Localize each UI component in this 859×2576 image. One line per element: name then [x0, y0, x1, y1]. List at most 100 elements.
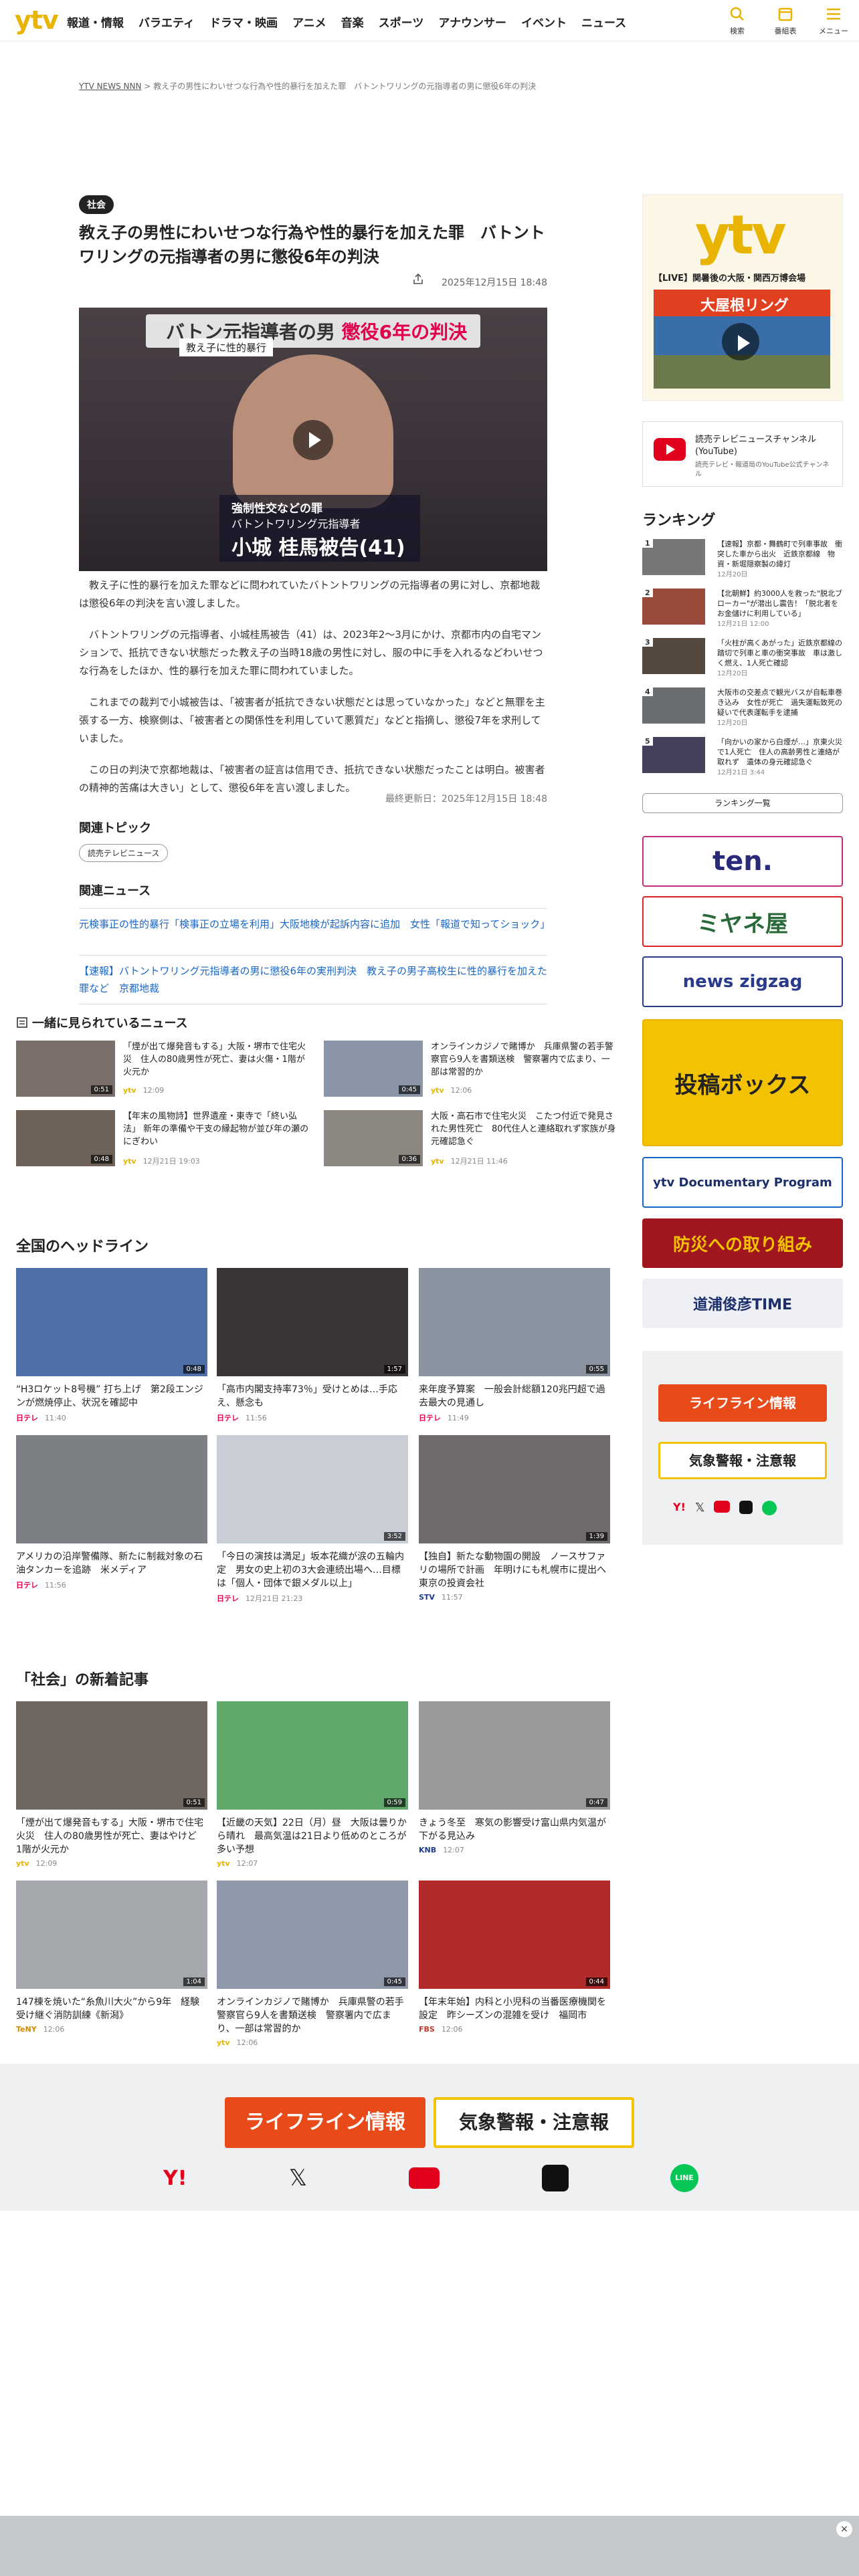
nav-item[interactable]: 音楽: [341, 13, 364, 30]
social-heading: 「社会」の新着記事: [16, 1672, 149, 1689]
topic-tag[interactable]: 読売テレビニュース: [79, 844, 169, 862]
yahoo-icon[interactable]: Y!: [163, 2167, 187, 2190]
popular-item[interactable]: 0:48 【年末の風物詩】世界遺産・東寺で「終い弘法」 新年の準備や干支の縁起物…: [16, 1110, 310, 1166]
breadcrumb-home[interactable]: YTV NEWS NNN: [79, 82, 141, 91]
thumbnail: 0:47: [419, 1701, 610, 1810]
headline-card[interactable]: アメリカの沿岸警備隊、新たに制裁対象の石油タンカーを追跡 米メディア 日テレ 11…: [16, 1435, 207, 1590]
search-button[interactable]: 検索: [721, 4, 753, 36]
ranking-item[interactable]: 3 「火柱が高くあがった」近鉄京都線の踏切で列車と車の衝突事故 車は激しく燃え、1…: [642, 638, 843, 679]
close-icon[interactable]: ×: [836, 2521, 852, 2537]
banner-miyaneya[interactable]: ミヤネ屋: [642, 896, 843, 947]
line-icon[interactable]: [762, 1501, 777, 1515]
nav-item[interactable]: ドラマ・映画: [209, 13, 278, 30]
banner-ten[interactable]: ten.: [642, 836, 843, 887]
thumbnail: 1:04: [16, 1881, 207, 1989]
tiktok-icon[interactable]: [541, 2165, 569, 2191]
related-news-link[interactable]: 【速報】バトントワリング元指導者の男に懲役6年の実刑判決 教え子の男子高校生に性…: [79, 955, 547, 1004]
site-logo[interactable]: ytv: [15, 5, 59, 35]
nav-item[interactable]: ニュース: [581, 13, 626, 30]
youtube-icon[interactable]: [409, 2167, 440, 2189]
social-card[interactable]: 1:04 147棟を焼いた“糸魚川大火”から9年 経験受け継ぐ消防訓練《新潟》 …: [16, 1881, 207, 2034]
social-card[interactable]: 0:47 きょう冬至 寒気の影響受け富山県内気温が下がる見込み KNB 12:07: [419, 1701, 610, 1854]
nav-item[interactable]: イベント: [521, 13, 567, 30]
article-paragraph: 教え子に性的暴行を加えた罪などに問われていたバトントワリングの元指導者の男に対し…: [79, 579, 541, 609]
article-video[interactable]: バトン元指導者の男 懲役6年の判決 教え子に性的暴行 強制性交などの罪 バトント…: [79, 308, 547, 571]
thumbnail: 0:51: [16, 1701, 207, 1810]
footer-social-links: Y! 𝕏 LINE: [163, 2164, 698, 2192]
play-button[interactable]: [722, 323, 759, 360]
article-date: 2025年12月15日 18:48: [441, 278, 547, 288]
national-headlines-heading: 全国のヘッドライン: [16, 1239, 149, 1255]
popular-item-title: 「煙が出て爆発音もする」大阪・堺市で住宅火災 住人の80歳男性が死亡、妻は火傷・…: [123, 1042, 306, 1077]
banner-zigzag[interactable]: news zigzag: [642, 956, 843, 1007]
headline-title: “H3ロケット8号機” 打ち上げ 第2段エンジンが燃焼停止、状況を確認中: [16, 1384, 203, 1408]
social-card[interactable]: 0:59 【近畿の天気】22日（月）昼 大阪は曇りから晴れ 最高気温は21日より…: [217, 1701, 408, 1868]
headline-card[interactable]: 0:55 来年度予算案 一般会計総額120兆円超で過去最大の見通し 日テレ 11:…: [419, 1268, 610, 1423]
ranking-list-button[interactable]: ランキング一覧: [642, 793, 843, 813]
menu-button[interactable]: メニュー: [818, 4, 850, 36]
ranking-item[interactable]: 1 【速報】京都・舞鶴町で列車事故 衝突した車から出火 近鉄京都線 物資・新堀隠察…: [642, 539, 843, 580]
related-news-link[interactable]: 元検事正の性的暴行「検事正の立場を利用」大阪地検が起訴内容に追加 女性「報道で知…: [79, 908, 550, 940]
thumbnail: 0:45: [324, 1041, 423, 1097]
banner-documentary[interactable]: ytv Documentary Program: [642, 1157, 843, 1208]
popular-item[interactable]: 0:45 オンラインカジノで賭博か 兵庫県警の若手警察官ら9人を書類送検 警察署…: [324, 1041, 618, 1097]
thumbnail: 0:48: [16, 1110, 115, 1166]
global-nav: 報道・情報 バラエティ ドラマ・映画 アニメ 音楽 スポーツ アナウンサー イベ…: [67, 13, 641, 30]
headline-title: 来年度予算案 一般会計総額120兆円超で過去最大の見通し: [419, 1384, 605, 1408]
breadcrumb: YTV NEWS NNN > 教え子の男性にわいせつな行為や性的暴行を加えた罪 …: [79, 80, 536, 92]
video-caption: 強制性交などの罪 バトントワリング元指導者 小城 桂馬被告(41): [219, 495, 420, 562]
social-card[interactable]: 0:44 【年末年始】内科と小児科の当番医療機関を設定 昨シーズンの混雑を受け …: [419, 1881, 610, 2034]
breadcrumb-current: 教え子の男性にわいせつな行為や性的暴行を加えた罪 バトントワリングの元指導者の男…: [153, 82, 537, 91]
popular-heading: 一緒に見られているニュース: [16, 1014, 188, 1031]
youtube-channel[interactable]: 読売テレビニュースチャンネル(YouTube) 読売テレビ・報道局のYouTub…: [642, 421, 843, 487]
nav-item[interactable]: アニメ: [292, 13, 326, 30]
ranking-item[interactable]: 5 「向かいの家から白煙が…」京東火災で1人死亡 住人の高齢男性と連絡が取れず 遺…: [642, 737, 843, 778]
related-news-heading: 関連ニュース: [79, 884, 151, 898]
nav-item[interactable]: スポーツ: [379, 13, 424, 30]
headline-card[interactable]: 0:48 “H3ロケット8号機” 打ち上げ 第2段エンジンが燃焼停止、状況を確認…: [16, 1268, 207, 1423]
social-card[interactable]: 0:51 「煙が出て爆発音もする」大阪・堺市で住宅火災 住人の80歳男性が死亡、…: [16, 1701, 207, 1868]
headline-card[interactable]: 1:39 【独自】新たな動物園の開設 ノースサファリの場所で計画 年明けにも札幌…: [419, 1435, 615, 1602]
nav-item[interactable]: 報道・情報: [67, 13, 124, 30]
headline-card[interactable]: 3:52 「今日の演技は満足」坂本花織が涙の五輪内定 男女の史上初の3大会連続出…: [217, 1435, 408, 1604]
banner-michiura[interactable]: 道浦俊彦TIME: [642, 1279, 843, 1328]
youtube-icon[interactable]: [714, 1501, 731, 1513]
ranking-item[interactable]: 2 【北朝鮮】約3000人を救った"脱北ブローカー"が潜出し震告！「脱北者をお金儲…: [642, 588, 843, 630]
thumbnail: 0:44: [419, 1881, 610, 1989]
lifeline-button[interactable]: ライフライン情報: [658, 1384, 827, 1422]
banner-bousai[interactable]: 防災への取り組み: [642, 1218, 843, 1268]
social-card[interactable]: 0:45 オンラインカジノで賭博か 兵庫県警の若手警察官ら9人を書類送検 警察署…: [217, 1881, 408, 2047]
weather-button[interactable]: 気象警報・注意報: [658, 1442, 827, 1479]
live-widget[interactable]: ytv 【LIVE】関暑後の大阪・関西万博会場 大屋根リング: [642, 194, 843, 401]
banner-toko-box[interactable]: 投稿ボックス: [642, 1019, 843, 1146]
x-icon[interactable]: 𝕏: [289, 2165, 307, 2191]
nav-item[interactable]: バラエティ: [138, 13, 195, 30]
tiktok-icon[interactable]: [739, 1501, 753, 1514]
yahoo-icon[interactable]: Y!: [673, 1501, 686, 1515]
footer: ライフライン情報 気象警報・注意報 Y! 𝕏 LINE: [0, 2064, 859, 2211]
line-icon[interactable]: LINE: [670, 2164, 698, 2192]
ranking-item[interactable]: 4 大阪市の交差点で観光バスが自転車巻き込み 女性が死亡 過失運転致死の疑いで代表…: [642, 687, 843, 729]
category-badge[interactable]: 社会: [79, 195, 114, 214]
play-button[interactable]: [293, 420, 333, 460]
article-paragraph: バトントワリングの元指導者、小城桂馬被告（41）は、2023年2～3月にかけ、京…: [79, 629, 543, 677]
x-icon[interactable]: 𝕏: [695, 1501, 705, 1515]
thumbnail: 0:59: [217, 1701, 408, 1810]
headline-card[interactable]: 1:57 「高市内閣支持率73％」受けとめは…手応え、懸念も 日テレ 11:56: [217, 1268, 408, 1423]
site-header: ytv 報道・情報 バラエティ ドラマ・映画 アニメ 音楽 スポーツ アナウンサ…: [0, 0, 859, 41]
popular-item-title: 【年末の風物詩】世界遺産・東寺で「終い弘法」 新年の準備や干支の縁起物が並び年の…: [123, 1111, 309, 1147]
list-icon: [17, 1017, 27, 1028]
thumbnail: 0:51: [16, 1041, 115, 1097]
thumbnail: 0:48: [16, 1268, 207, 1376]
social-title: きょう冬至 寒気の影響受け富山県内気温が下がる見込み: [419, 1818, 606, 1842]
footer-weather-button[interactable]: 気象警報・注意報: [434, 2097, 634, 2148]
popular-item[interactable]: 0:36 大阪・高石市で住宅火災 こたつ付近で発見された男性死亡 80代住人と連…: [324, 1110, 618, 1166]
live-logo: ytv: [695, 204, 787, 266]
headline-title: 【独自】新たな動物園の開設 ノースサファリの場所で計画 年明けにも札幌市に提出へ…: [419, 1551, 615, 1589]
popular-item-title: オンラインカジノで賭博か 兵庫県警の若手警察官ら9人を書類送検 警察署内で広まり…: [431, 1042, 613, 1077]
schedule-button[interactable]: 番組表: [769, 4, 801, 36]
social-title: 【年末年始】内科と小児科の当番医療機関を設定 昨シーズンの混雑を受け 福岡市: [419, 1997, 606, 2021]
nav-item[interactable]: アナウンサー: [438, 13, 506, 30]
popular-item[interactable]: 0:51 「煙が出て爆発音もする」大阪・堺市で住宅火災 住人の80歳男性が死亡、…: [16, 1041, 310, 1097]
footer-lifeline-button[interactable]: ライフライン情報: [225, 2097, 425, 2148]
